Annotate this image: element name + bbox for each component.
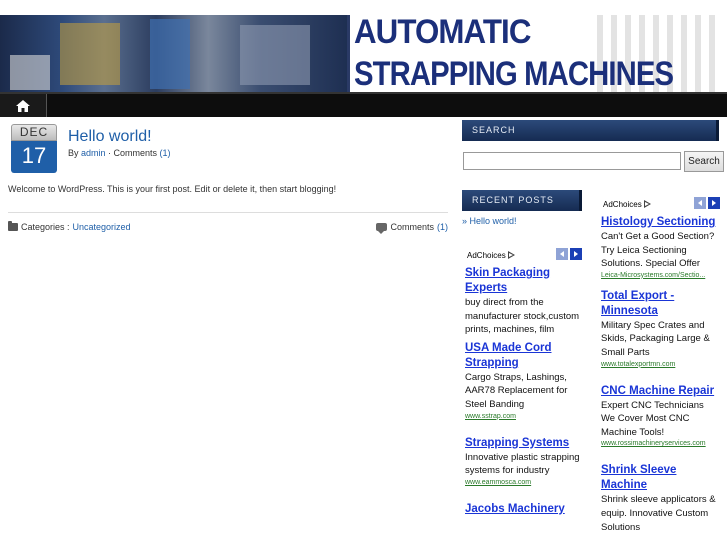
ad-description: Shrink sleeve applicators & equip. Innov… xyxy=(601,494,716,533)
ad-title-link[interactable]: USA Made Cord Strapping xyxy=(465,341,582,371)
ad-item: Total Export - Minnesota Military Spec C… xyxy=(601,289,720,370)
category-link[interactable]: Uncategorized xyxy=(73,222,131,232)
site-title-line2: STRAPPING MACHINES xyxy=(354,55,674,92)
ad-url-link[interactable]: www.eammosca.com xyxy=(465,478,582,488)
ad-item: CNC Machine Repair Expert CNC Technician… xyxy=(601,384,720,450)
ad-description: buy direct from the manufacturer stock,c… xyxy=(465,297,580,336)
ad-prev-button[interactable] xyxy=(556,248,568,260)
chevron-left-icon xyxy=(560,251,564,257)
ad-title-link[interactable]: CNC Machine Repair xyxy=(601,384,720,399)
ad-url-link[interactable]: www.sstrap.com xyxy=(465,412,582,422)
ad-item: Strapping Systems Innovative plastic str… xyxy=(465,436,582,488)
ad-prev-button[interactable] xyxy=(694,197,706,209)
recent-posts-widget-title: RECENT POSTS xyxy=(462,190,582,211)
site-title-line1: AUTOMATIC xyxy=(354,15,531,51)
ad-url-link[interactable]: Leica-Microsystems.com/Sectio... xyxy=(601,271,720,281)
ad-description: Cargo Straps, Lashings, AAR78 Replacemen… xyxy=(465,371,568,410)
comments-link[interactable]: (1) xyxy=(437,222,448,232)
search-button[interactable]: Search xyxy=(684,151,724,172)
ad-title-link[interactable]: Jacobs Machinery xyxy=(465,502,582,517)
search-widget-title: SEARCH xyxy=(462,120,719,141)
main-navigation xyxy=(0,92,727,117)
ad-title-link[interactable]: Shrink Sleeve Machine xyxy=(601,463,720,493)
ad-item: Shrink Sleeve Machine Shrink sleeve appl… xyxy=(601,463,720,534)
ad-unit-1: AdChoices Skin Packaging Experts buy dir… xyxy=(462,248,582,517)
ad-url-link[interactable]: www.rossimachineryservices.com xyxy=(601,439,720,449)
ad-next-button[interactable] xyxy=(708,197,720,209)
site-title[interactable]: AUTOMATIC STRAPPING MACHINES xyxy=(354,15,727,92)
post-footer: Categories : Uncategorized Comments (1) xyxy=(8,212,448,236)
adchoices-label[interactable]: AdChoices xyxy=(467,251,506,260)
adchoices-header: AdChoices xyxy=(462,248,582,262)
chevron-left-icon xyxy=(698,200,702,206)
post-comments-count-link[interactable]: (1) xyxy=(160,148,171,158)
ad-item: Skin Packaging Experts buy direct from t… xyxy=(465,266,582,337)
ad-title-link[interactable]: Total Export - Minnesota xyxy=(601,289,720,319)
ad-unit-2: AdChoices Histology Sectioning Can't Get… xyxy=(598,197,720,534)
adchoices-icon[interactable] xyxy=(643,199,652,209)
post-meta-sep: · Comments xyxy=(105,148,160,158)
search-input[interactable] xyxy=(463,152,681,170)
post-categories: Categories : Uncategorized xyxy=(8,221,131,232)
ad-description: Innovative plastic strapping systems for… xyxy=(465,451,580,477)
post-date-month: DEC xyxy=(11,124,57,141)
post-meta: By admin · Comments (1) xyxy=(68,148,171,158)
comment-bubble-icon xyxy=(376,223,388,234)
ad-title-link[interactable]: Strapping Systems xyxy=(465,436,582,451)
ad-title-link[interactable]: Skin Packaging Experts xyxy=(465,266,582,296)
home-button[interactable] xyxy=(0,94,47,117)
adchoices-header: AdChoices xyxy=(598,197,720,211)
adchoices-icon[interactable] xyxy=(507,250,516,260)
post-body: Welcome to WordPress. This is your first… xyxy=(8,184,337,194)
ad-item: USA Made Cord Strapping Cargo Straps, La… xyxy=(465,341,582,422)
chevron-right-icon xyxy=(712,200,716,206)
comments-label: Comments xyxy=(390,222,434,232)
adchoices-label[interactable]: AdChoices xyxy=(603,200,642,209)
home-icon xyxy=(16,99,30,112)
post-date-badge: DEC 17 xyxy=(11,124,57,174)
ad-description: Can't Get a Good Section? Try Leica Sect… xyxy=(601,231,715,270)
post-author-link[interactable]: admin xyxy=(81,148,106,158)
chevron-right-icon xyxy=(574,251,578,257)
categories-label: Categories : xyxy=(21,222,70,232)
ad-title-link[interactable]: Histology Sectioning xyxy=(601,215,720,230)
ad-description: Military Spec Crates and Skids, Packagin… xyxy=(601,319,710,358)
ad-item: Jacobs Machinery xyxy=(465,502,582,517)
header-machinery-photo xyxy=(0,15,347,92)
ad-url-link[interactable]: www.totalexportmn.com xyxy=(601,360,720,370)
post-title-link[interactable]: Hello world! xyxy=(68,128,152,146)
post-meta-by: By xyxy=(68,148,82,158)
ad-description: Expert CNC Technicians We Cover Most CNC… xyxy=(601,399,704,438)
post-comments: Comments (1) xyxy=(376,222,448,234)
site-header: AUTOMATIC STRAPPING MACHINES xyxy=(0,15,727,92)
ad-item: Histology Sectioning Can't Get a Good Se… xyxy=(601,215,720,281)
ad-next-button[interactable] xyxy=(570,248,582,260)
folder-icon xyxy=(8,221,18,231)
post-date-day: 17 xyxy=(11,141,57,173)
recent-post-link[interactable]: » Hello world! xyxy=(462,216,517,226)
